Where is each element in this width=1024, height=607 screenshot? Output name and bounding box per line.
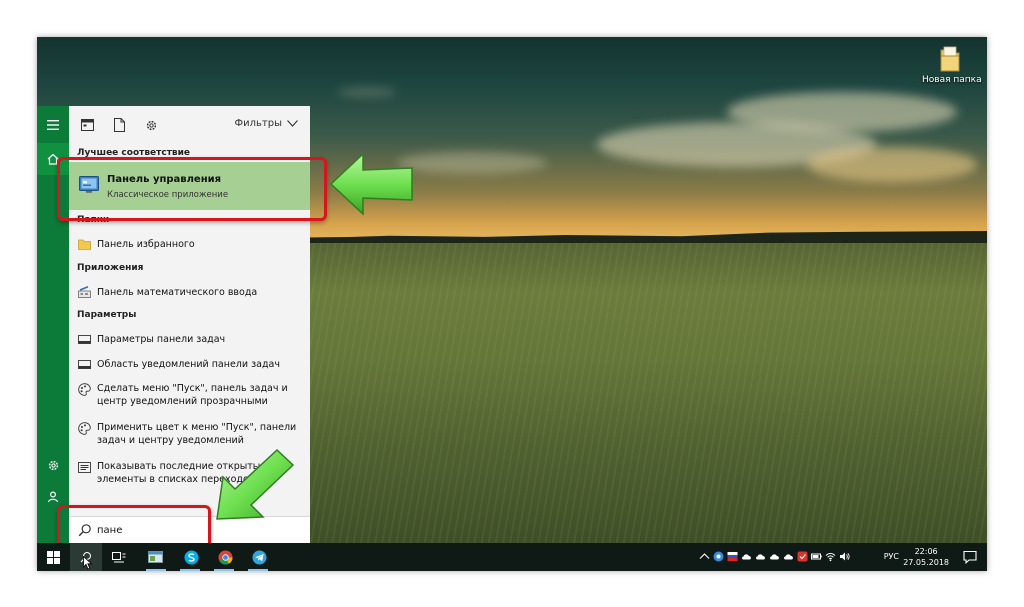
network-app-icon[interactable]: [713, 551, 724, 562]
taskbar-settings-icon: [77, 332, 91, 346]
security-app-icon[interactable]: [797, 551, 808, 562]
document-icon: [113, 118, 125, 132]
system-tray: РУС 22:06 27.05.2018: [687, 543, 987, 571]
expand-menu-button[interactable]: [37, 109, 69, 141]
app-window-icon: [147, 551, 163, 563]
running-indicator: [248, 569, 268, 571]
running-indicator: [180, 569, 200, 571]
cloud: [337, 87, 397, 97]
result-apply-color[interactable]: Применить цвет к меню "Пуск", панели зад…: [69, 418, 310, 448]
settings-scope-button[interactable]: [143, 117, 159, 133]
cloud: [807, 147, 977, 182]
result-favorites-bar[interactable]: Панель избранного: [69, 234, 310, 254]
search-scope-toolbar: Фильтры: [69, 106, 310, 144]
result-label: Панель математического ввода: [97, 287, 258, 298]
taskbar: РУС 22:06 27.05.2018: [37, 543, 987, 571]
folder-icon: [940, 46, 960, 72]
arrow-pointing-left-icon: [329, 152, 413, 216]
cloud-sync-icon[interactable]: [755, 551, 766, 562]
desktop-screen: Новая папка Фильтры Лучшее соответствие …: [37, 37, 987, 571]
math-input-icon: [77, 285, 91, 299]
running-indicator: [146, 569, 166, 571]
result-label: Сделать меню "Пуск", панель задач и цент…: [97, 383, 288, 407]
clock-time: 22:06: [914, 547, 938, 556]
filters-dropdown[interactable]: Фильтры: [235, 118, 298, 129]
documents-scope-button[interactable]: [111, 117, 127, 133]
skype-icon: [184, 550, 198, 564]
taskbar-app-explorer[interactable]: [139, 543, 171, 571]
hamburger-icon: [47, 120, 59, 130]
chrome-icon: [218, 550, 233, 565]
taskbar-app-chrome[interactable]: [209, 543, 241, 571]
gear-icon: [48, 460, 58, 470]
chevron-up-icon[interactable]: [699, 551, 710, 562]
app-window-icon: [80, 119, 94, 131]
taskbar-app-skype[interactable]: [175, 543, 207, 571]
result-taskbar-settings[interactable]: Параметры панели задач: [69, 329, 310, 349]
result-notification-area[interactable]: Область уведомлений панели задач: [69, 354, 310, 374]
battery-icon[interactable]: [811, 551, 822, 562]
running-indicator: [214, 569, 234, 571]
folder-icon: [77, 237, 91, 251]
palette-icon: [77, 382, 91, 396]
start-button[interactable]: [37, 543, 69, 571]
result-math-input-panel[interactable]: Панель математического ввода: [69, 282, 310, 302]
chevron-down-icon: [287, 120, 298, 127]
highlight-best-match: [57, 157, 327, 221]
volume-icon[interactable]: [839, 551, 850, 562]
cloud-sync-icon[interactable]: [783, 551, 794, 562]
taskbar-app-telegram[interactable]: [243, 543, 275, 571]
wifi-icon[interactable]: [825, 551, 836, 562]
clock[interactable]: 22:06 27.05.2018: [903, 546, 949, 568]
cloud-sync-icon[interactable]: [741, 551, 752, 562]
notification-icon[interactable]: [963, 550, 977, 564]
gear-icon: [146, 120, 156, 130]
palette-icon: [77, 421, 91, 435]
taskbar-settings-icon: [77, 357, 91, 371]
result-label: Панель избранного: [97, 239, 195, 250]
cloud-sync-icon[interactable]: [769, 551, 780, 562]
windows-logo-icon: [46, 550, 60, 564]
settings-button[interactable]: [37, 449, 69, 481]
result-transparency[interactable]: Сделать меню "Пуск", панель задач и цент…: [69, 379, 310, 409]
input-language[interactable]: РУС: [884, 552, 899, 561]
flag-icon[interactable]: [727, 551, 738, 562]
filters-label: Фильтры: [234, 118, 282, 129]
desktop-folder-label: Новая папка: [922, 75, 982, 85]
telegram-icon: [252, 550, 266, 564]
result-label: Параметры панели задач: [97, 334, 226, 345]
desktop-folder[interactable]: Новая папка: [922, 45, 982, 85]
cloud: [727, 92, 957, 132]
mouse-cursor-icon: [83, 556, 93, 570]
recent-items-icon: [77, 460, 91, 474]
cloud: [397, 152, 547, 174]
result-label: Область уведомлений панели задач: [97, 359, 280, 370]
section-header-apps: Приложения: [77, 263, 144, 273]
task-view-button[interactable]: [103, 543, 135, 571]
section-header-settings: Параметры: [77, 310, 137, 320]
clock-date: 27.05.2018: [903, 558, 949, 567]
arrow-pointing-down-left-icon: [216, 448, 295, 520]
user-icon: [47, 491, 59, 503]
apps-scope-button[interactable]: [79, 117, 95, 133]
result-label: Применить цвет к меню "Пуск", панели зад…: [97, 422, 297, 446]
task-view-icon: [112, 551, 126, 562]
